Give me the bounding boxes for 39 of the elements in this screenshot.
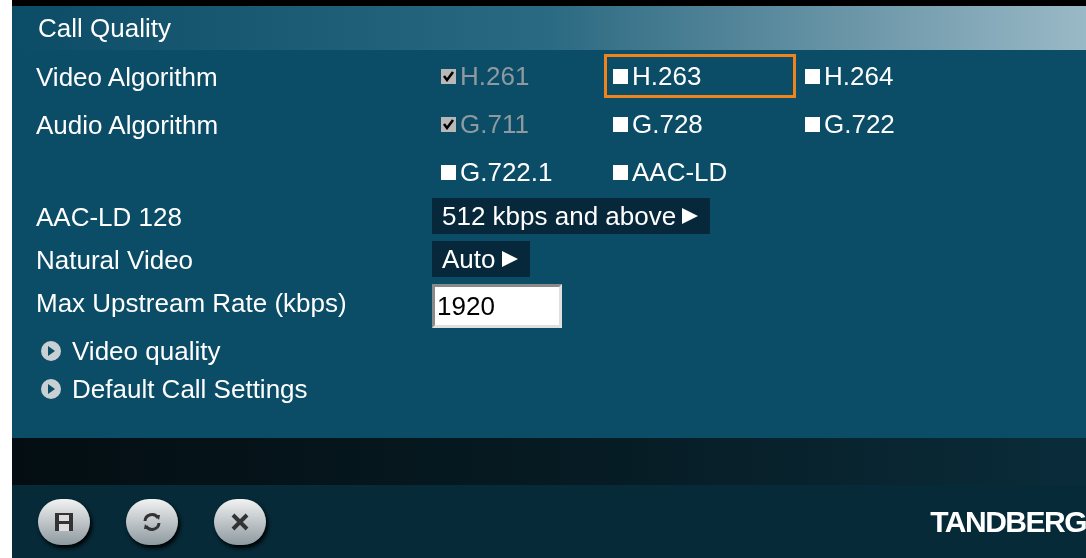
section-title: Call Quality [38, 11, 171, 45]
checkbox [441, 164, 456, 180]
option-label: H.261 [460, 59, 530, 93]
checkbox [805, 116, 820, 132]
checkbox-option[interactable]: AAC-LD [604, 150, 796, 194]
option-label: AAC-LD [632, 155, 728, 189]
triangle-right-icon [499, 249, 520, 269]
setting-label: Video Algorithm [36, 61, 219, 94]
setting-label: Audio Algorithm [36, 109, 220, 142]
checkbox-option[interactable]: G.722 [796, 102, 976, 146]
checkbox [613, 68, 628, 84]
expand-link[interactable]: Default Call Settings [40, 372, 1086, 406]
checkbox-option[interactable]: H.263 [604, 54, 796, 98]
checkbox [613, 164, 628, 180]
option-label: G.722 [824, 107, 895, 141]
checkbox [805, 68, 820, 84]
checkbox-option[interactable]: H.264 [796, 54, 976, 98]
dropdown[interactable]: Auto [432, 241, 530, 277]
play-circle-icon [40, 340, 62, 362]
input-field[interactable]: 1920 [432, 284, 562, 328]
play-circle-icon [40, 378, 62, 400]
option-label: G.728 [632, 107, 703, 141]
checkbox [613, 116, 628, 132]
setting-label: Max Upstream Rate (kbps) [36, 287, 348, 320]
dropdown[interactable]: 512 kbps and above [432, 198, 711, 234]
option-label: G.711 [460, 107, 529, 141]
option-label: H.264 [824, 59, 894, 93]
checkbox-option[interactable]: G.722.1 [432, 150, 604, 194]
refresh-button[interactable] [126, 498, 178, 545]
close-icon [230, 511, 250, 532]
setting-label: Natural Video [36, 244, 195, 277]
save-button[interactable] [38, 498, 90, 545]
expand-link[interactable]: Video quality [40, 334, 1086, 368]
option-label: H.263 [632, 59, 702, 93]
close-button[interactable] [214, 498, 266, 545]
brand-logo: TANDBERG [930, 504, 1086, 540]
option-label: G.722.1 [460, 155, 553, 189]
checkbox-option[interactable]: G.728 [604, 102, 796, 146]
setting-label: AAC-LD 128 [36, 201, 183, 234]
